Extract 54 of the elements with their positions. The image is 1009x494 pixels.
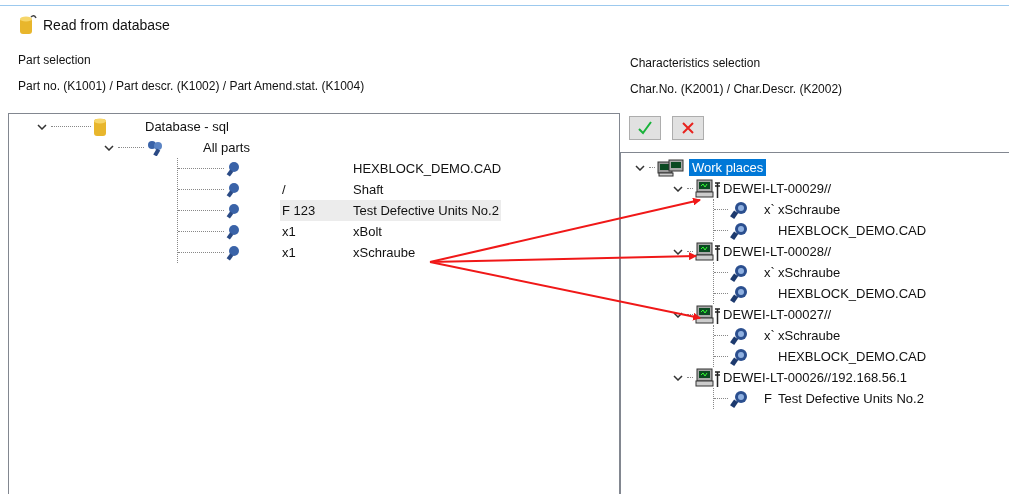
tree-item[interactable]: Database - sql [145, 119, 229, 134]
screw-icon [226, 202, 240, 219]
screw-icon [730, 263, 748, 282]
screw-icon [730, 326, 748, 345]
chevron-icon[interactable] [673, 374, 683, 381]
part-row[interactable]: x1 xBolt [280, 221, 384, 242]
tree-item[interactable]: HEXBLOCK_DEMO.CAD [764, 223, 927, 238]
tree-item[interactable]: F Test Defective Units No.2 [764, 391, 924, 406]
computers-icon [657, 158, 685, 177]
database-icon [19, 14, 37, 36]
tree-item[interactable]: HEXBLOCK_DEMO.CAD [764, 286, 927, 301]
screws-icon [146, 139, 164, 156]
tree-item[interactable]: Work places [689, 159, 767, 176]
screw-icon [730, 389, 748, 408]
screw-icon [730, 347, 748, 366]
screw-icon [226, 181, 240, 198]
screw-icon [226, 223, 240, 240]
screw-icon [730, 200, 748, 219]
part-row[interactable]: / Shaft [280, 179, 386, 200]
screw-icon [226, 244, 240, 261]
computer-icon [695, 178, 721, 199]
tree-item[interactable]: DEWEI-LT-00028// [723, 244, 832, 259]
section-heading: Characteristics selection [630, 56, 762, 70]
screw-icon [730, 221, 748, 240]
screw-icon [226, 160, 240, 177]
cancel-button[interactable] [672, 116, 704, 140]
computer-icon [695, 304, 721, 325]
chevron-icon[interactable] [673, 248, 683, 255]
part-row[interactable]: HEXBLOCK_DEMO.CAD [280, 158, 504, 179]
field-list: Part no. (K1001) / Part descr. (K1002) / Part Amend.stat. (K1004) [18, 79, 620, 93]
part-row[interactable]: F 123 Test Defective Units No.2 [280, 200, 501, 221]
computer-icon [695, 367, 721, 388]
dialog-title: Read from database [43, 17, 170, 33]
screw-icon [730, 284, 748, 303]
part-row[interactable]: x1 xSchraube [280, 242, 418, 263]
chevron-icon[interactable] [673, 311, 683, 318]
close-icon [680, 120, 696, 136]
chevron-icon[interactable] [635, 164, 645, 171]
chevron-icon[interactable] [37, 123, 47, 130]
tree-item[interactable]: x` xSchraube [764, 328, 841, 343]
tree-item[interactable]: x` xSchraube [764, 265, 841, 280]
field-list: Char.No. (K2001) / Char.Descr. (K2002) [630, 82, 1009, 96]
tree-item[interactable]: DEWEI-LT-00027// [723, 307, 832, 322]
tree-item[interactable]: DEWEI-LT-00026//192.168.56.1 [723, 370, 908, 385]
chevron-icon[interactable] [104, 144, 114, 151]
computer-icon [695, 241, 721, 262]
section-heading: Part selection [18, 53, 92, 67]
check-icon [637, 120, 653, 136]
database-icon [93, 116, 107, 137]
tree-item[interactable]: All parts [203, 140, 250, 155]
tree-item[interactable]: HEXBLOCK_DEMO.CAD [764, 349, 927, 364]
tree-item[interactable]: DEWEI-LT-00029// [723, 181, 832, 196]
tree-item[interactable]: x` xSchraube [764, 202, 841, 217]
chevron-icon[interactable] [673, 185, 683, 192]
